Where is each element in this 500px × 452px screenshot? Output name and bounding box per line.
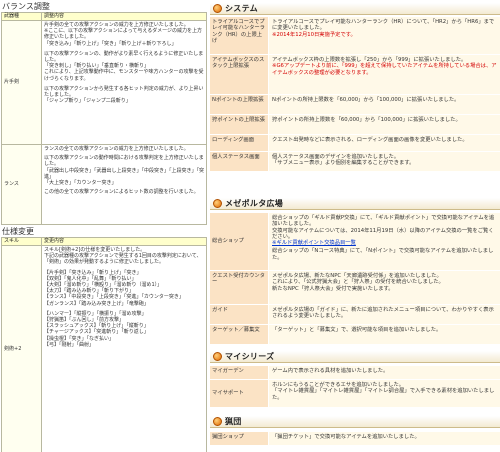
balance-header-content: 調整内容 [41, 12, 207, 21]
mezeporta-table: 総合ショップ 総合ショップの「ギルド貢献P交換」にて、「ギルド貢献ポイント」で交… [210, 213, 500, 345]
table-row: 狩ポイントの上限拡張 狩ポイントの所持上限数を「60,000」から「100,00… [210, 115, 500, 135]
left-column: バランス調整 武器種 調整内容 片手剣 片手剣の全ての攻撃アクションの威力を上方… [0, 0, 208, 452]
section-title: システム [225, 4, 258, 13]
row-value: 「ターゲット」と「募集文」で、選択可能な項目を追加いたしました。 [268, 325, 500, 344]
section-header-kyodan: 猟団 [210, 416, 500, 428]
table-row: 猟団ショップ 「猟団チケット」で交換可能なアイテムを追加いたしました。 [210, 432, 500, 446]
table-row: ローディング画面 クエスト出発時などに表示される、ローディング画面の画像を変更い… [210, 135, 500, 152]
row-label: ガイド [210, 305, 268, 324]
table-row: 個人ステータス画面 個人ステータス画面のデザインを追加いたしました。 「サブメニ… [210, 152, 500, 172]
katate-content: 片手剣の全ての攻撃アクションの威力を上方修正いたしました。 ※ここに、以下の攻撃… [41, 20, 207, 145]
row-label: 個人ステータス画面 [210, 152, 268, 171]
table-row: 片手剣 片手剣の全ての攻撃アクションの威力を上方修正いたしました。 ※ここに、以… [1, 20, 207, 145]
balance-header-weapon: 武器種 [1, 12, 42, 21]
exchange-list-link[interactable]: ※ギルド貢献ポイント交換品目一覧 [272, 240, 497, 246]
table-row: 剣術+2 スキル[剣術+2]の仕様を変更いたしました。 下記の武器種の攻撃アクシ… [1, 245, 207, 452]
spec-content: スキル[剣術+2]の仕様を変更いたしました。 下記の武器種の攻撃アクションで発生… [41, 245, 207, 452]
row-value: クエスト出発時などに表示される、ローディング画面の画像を変更いたしました。 [268, 135, 500, 151]
lance-content: ランスの全ての攻撃アクションの威力を上方修正いたしました。 以下の攻撃アクション… [41, 144, 207, 225]
table-row: Nポイントの上限拡張 Nポイントの所持上限数を「60,000」から「100,00… [210, 95, 500, 115]
spec-header-content: 変更内容 [41, 237, 207, 246]
bullet-icon [213, 417, 222, 426]
section-title: 猟団 [225, 417, 242, 426]
myseries-table: マイガーデン ゲーム内で表示される具材を追加いたしました。 マイサポート ホルン… [210, 366, 500, 408]
section-title: マイシリーズ [225, 352, 275, 361]
section-title: メゼポルタ広場 [225, 199, 284, 208]
kyodan-table: 猟団ショップ 「猟団チケット」で交換可能なアイテムを追加いたしました。 [210, 432, 500, 446]
right-column: システム トライアルコースでプレイ可能なハンターランク（HR）の上限上げ トライ… [210, 0, 500, 452]
bullet-icon [213, 4, 222, 13]
row-label: 狩ポイントの上限拡張 [210, 115, 268, 134]
row-label: ターゲット／募集文 [210, 325, 268, 344]
row-value: 「猟団チケット」で交換可能なアイテムを追加いたしました。 [268, 432, 500, 445]
row-label: トライアルコースでプレイ可能なハンターランク（HR）の上限上げ [210, 17, 268, 54]
row-label: クエスト受付カウンター [210, 271, 268, 304]
table-row: ランス ランスの全ての攻撃アクションの威力を上方修正いたしました。 以下の攻撃ア… [1, 144, 207, 225]
table-row: アイテムボックスのスタック上限拡張 アイテムボックス枠の上限数を拡張し「250」… [210, 55, 500, 95]
row-value: 個人ステータス画面のデザインを追加いたしました。 「サブメニュー表示」より個別を… [268, 152, 500, 171]
row-label: 猟団ショップ [210, 432, 268, 445]
row-label: アイテムボックスのスタック上限拡張 [210, 55, 268, 94]
weapon-name-katate: 片手剣 [1, 20, 42, 145]
spec-title: 仕様変更 [2, 227, 34, 236]
row-label: マイサポート [210, 380, 268, 407]
table-row: ターゲット／募集文 「ターゲット」と「募集文」で、選択可能な項目を追加いたしまし… [210, 325, 500, 345]
table-row: マイサポート ホルンにもうることができるエサを追加いたしました。 「マイトレ雑貨… [210, 380, 500, 408]
table-row: マイガーデン ゲーム内で表示される具材を追加いたしました。 [210, 366, 500, 380]
spec-table: スキル 変更内容 剣術+2 スキル[剣術+2]の仕様を変更いたしました。 下記の… [1, 237, 207, 452]
table-row: ガイド メゼポルタ広場の「ガイド」に、新たに追加されたメニュー項目について、わか… [210, 305, 500, 325]
section-header-myseries: マイシリーズ [210, 351, 500, 363]
row-label: マイガーデン [210, 366, 268, 379]
table-row: トライアルコースでプレイ可能なハンターランク（HR）の上限上げ トライアルコース… [210, 17, 500, 55]
row-value: トライアルコースでプレイ可能なハンターランク（HR）について、「HR2」から「H… [268, 17, 500, 54]
skill-name-kenjutsu: 剣術+2 [1, 245, 42, 452]
row-value: アイテムボックス枠の上限数を拡張し「250」から「999」に拡張いたしました。 … [268, 55, 500, 94]
row-value: メゼポルタ広場、新たなNPC「天廊遺跡受付係」を追加いたしました。 これにより、… [268, 271, 500, 304]
row-label: ローディング画面 [210, 135, 268, 151]
row-label: Nポイントの上限拡張 [210, 95, 268, 114]
row-value: メゼポルタ広場の「ガイド」に、新たに追加されたメニュー項目について、わかりやすく… [268, 305, 500, 324]
balance-title: バランス調整 [2, 2, 50, 11]
row-value: Nポイントの所持上限数を「60,000」から「100,000」に拡張いたしました… [268, 95, 500, 114]
section-header-system: システム [210, 3, 500, 15]
row-value: 狩ポイントの所持上限数を「60,000」から「100,000」に拡張いたしました… [268, 115, 500, 134]
system-table: トライアルコースでプレイ可能なハンターランク（HR）の上限上げ トライアルコース… [210, 17, 500, 172]
bullet-icon [213, 352, 222, 361]
row-value: ゲーム内で表示される具材を追加いたしました。 [268, 366, 500, 379]
row-value: ホルンにもうることができるエサを追加いたしました。 「マイトレ雑貨屋」「マイトレ… [268, 380, 500, 407]
bullet-icon [213, 199, 222, 208]
balance-table: 武器種 調整内容 片手剣 片手剣の全ての攻撃アクションの威力を上方修正いたしまし… [1, 12, 207, 225]
section-header-mezeporta: メゼポルタ広場 [210, 198, 500, 210]
table-row: クエスト受付カウンター メゼポルタ広場、新たなNPC「天廊遺跡受付係」を追加いた… [210, 271, 500, 305]
row-label: 総合ショップ [210, 213, 268, 270]
row-value: 総合ショップの「ギルド貢献P交換」にて、「ギルド貢献ポイント」で交換可能なアイテ… [268, 213, 500, 270]
weapon-name-lance: ランス [1, 144, 42, 225]
spec-header-skill: スキル [1, 237, 42, 246]
table-row: 総合ショップ 総合ショップの「ギルド貢献P交換」にて、「ギルド貢献ポイント」で交… [210, 213, 500, 271]
